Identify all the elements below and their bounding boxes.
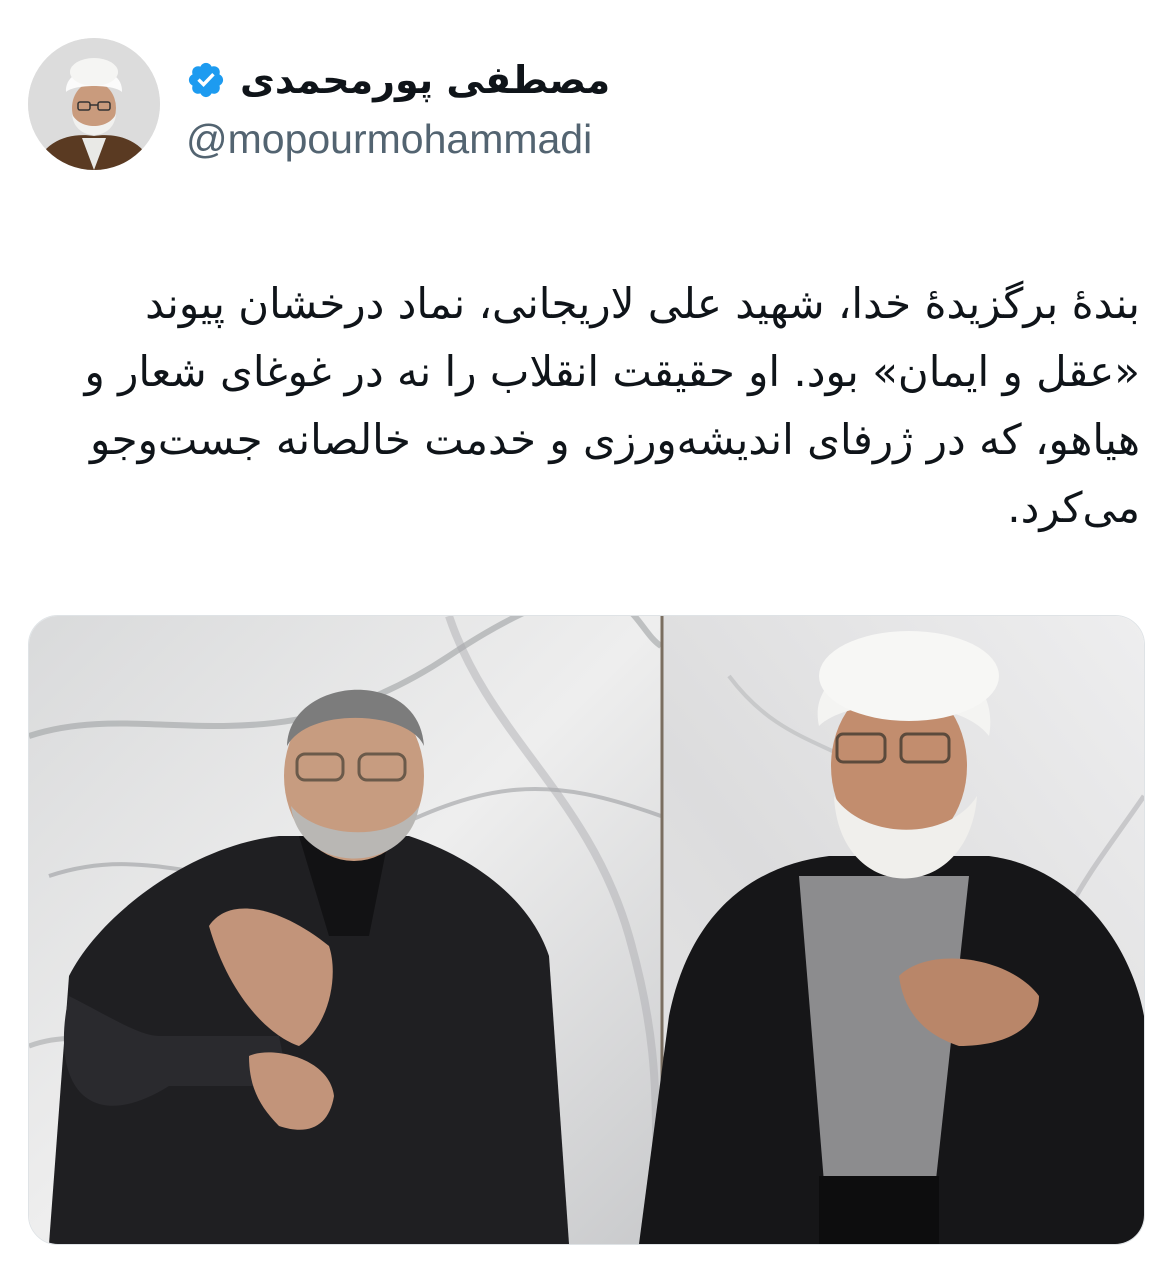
tweet-text: بندهٔ برگزیدهٔ خدا، شهید علی لاریجانی، ن… xyxy=(84,279,1141,532)
avatar-image xyxy=(28,38,160,170)
author-handle[interactable]: @mopourmohammadi xyxy=(186,114,592,164)
tweet: مصطفی پورمحمدی @mopourmohammadi بندهٔ بر… xyxy=(0,0,1170,1279)
tweet-header: مصطفی پورمحمدی @mopourmohammadi xyxy=(28,38,728,170)
author-display-name: مصطفی پورمحمدی xyxy=(240,58,611,102)
tweet-photo[interactable] xyxy=(28,615,1145,1245)
author-name-row[interactable]: مصطفی پورمحمدی xyxy=(186,52,610,108)
verified-badge-icon xyxy=(186,60,226,100)
avatar[interactable] xyxy=(28,38,160,170)
photo-image xyxy=(29,616,1144,1244)
